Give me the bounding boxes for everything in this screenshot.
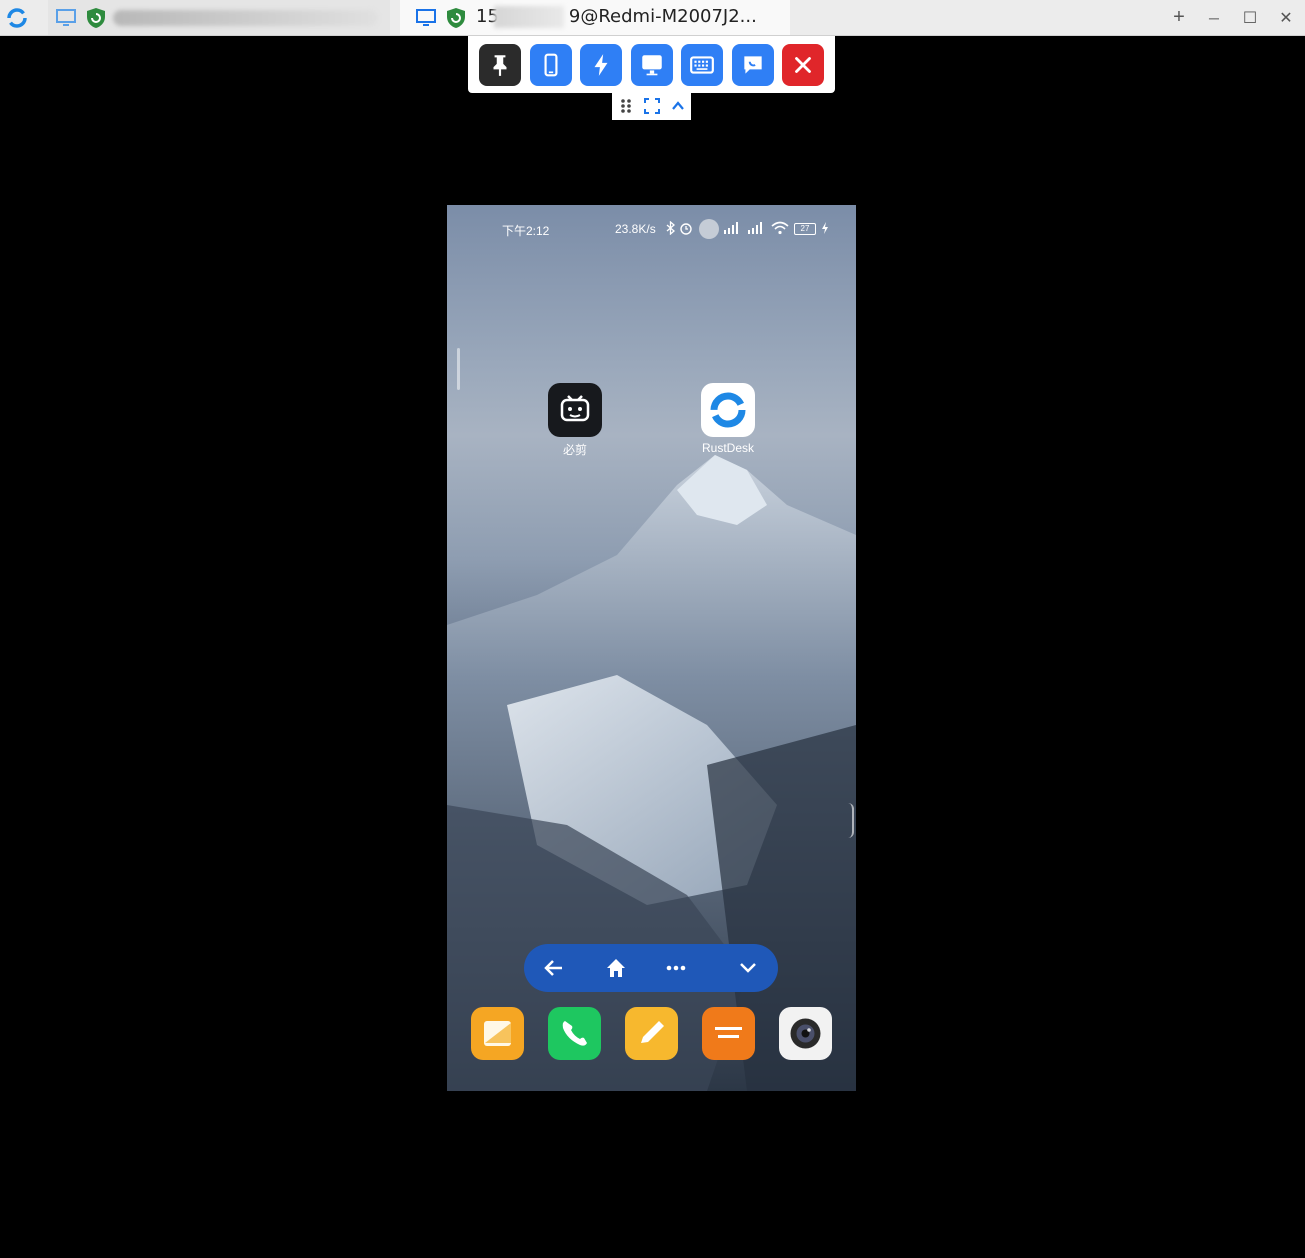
rustdesk-app-label: RustDesk (701, 441, 754, 455)
keyboard-icon (690, 56, 714, 74)
actions-button[interactable] (580, 44, 622, 86)
remote-toolbar (468, 36, 835, 93)
fullscreen-icon[interactable] (643, 97, 661, 115)
gallery-icon (484, 1021, 511, 1046)
more-dots-icon[interactable] (664, 956, 688, 980)
chevron-down-icon[interactable] (736, 956, 760, 980)
camera-app-icon[interactable] (779, 1007, 832, 1060)
side-gesture-bar-right[interactable] (848, 803, 854, 838)
display-settings-button[interactable] (631, 44, 673, 86)
chat-icon (744, 56, 762, 74)
home-icon[interactable] (604, 956, 628, 980)
tab-inactive-session[interactable] (48, 0, 390, 35)
rustdesk-logo-icon[interactable] (4, 5, 30, 31)
file-manager-app-icon[interactable] (702, 1007, 755, 1060)
redacted-id (494, 6, 564, 28)
pin-toolbar-button[interactable] (479, 44, 521, 86)
phone-app-icon[interactable] (548, 1007, 601, 1060)
bolt-icon (594, 54, 608, 76)
collapse-toolbar-icon[interactable] (669, 97, 687, 115)
bijian-app-label: 必剪 (562, 443, 587, 457)
toolbar-handle (612, 93, 691, 120)
tab-active-session[interactable]: 15 9@Redmi-M2007J2... (400, 0, 790, 35)
camera-icon (790, 1018, 821, 1049)
mobile-actions-button[interactable] (530, 44, 572, 86)
back-arrow-icon[interactable] (542, 956, 566, 980)
keyboard-button[interactable] (681, 44, 723, 86)
maximize-button[interactable]: ☐ (1232, 0, 1268, 35)
notes-icon (641, 1021, 664, 1043)
close-window-button[interactable]: ✕ (1268, 0, 1304, 35)
window-titlebar: 15 9@Redmi-M2007J2... + ─ ☐ ✕ (0, 0, 1305, 36)
rustdesk-icon (710, 392, 746, 428)
battery-indicator: 27 (794, 223, 816, 235)
status-network-speed: 23.8K/s (615, 222, 656, 236)
gallery-app-icon[interactable] (471, 1007, 524, 1060)
signal-icon (748, 222, 762, 234)
monitor-icon (642, 55, 662, 76)
bluetooth-icon (666, 221, 675, 235)
wifi-icon (771, 221, 789, 235)
notes-app-icon[interactable] (625, 1007, 678, 1060)
redacted-tab-title (113, 10, 378, 26)
phone-icon (562, 1021, 587, 1046)
close-icon (795, 57, 811, 73)
monitor-icon (416, 9, 436, 26)
bijian-app-icon[interactable] (548, 383, 602, 437)
bijian-icon (560, 395, 590, 422)
file-manager-icon (715, 1027, 742, 1038)
rustdesk-app-icon[interactable] (701, 383, 755, 437)
rustdesk-nav-bar (524, 944, 778, 992)
remote-phone-screen[interactable]: 下午2:12 23.8K/s 27 必剪 RustDesk (447, 205, 856, 1091)
redacted-status-icon (699, 219, 719, 239)
status-time: 下午2:12 (502, 224, 550, 238)
mobile-icon (544, 53, 558, 77)
chat-button[interactable] (732, 44, 774, 86)
pin-icon (493, 55, 507, 76)
signal-icon (724, 222, 738, 234)
phone-status-bar: 下午2:12 23.8K/s 27 (447, 217, 856, 241)
shield-icon (447, 8, 465, 28)
minimize-button[interactable]: ─ (1196, 0, 1232, 35)
alarm-icon (680, 223, 692, 235)
shield-icon (87, 8, 105, 28)
close-session-button[interactable] (782, 44, 824, 86)
new-tab-button[interactable]: + (1161, 0, 1197, 35)
monitor-icon (56, 9, 76, 26)
charging-icon (822, 222, 828, 234)
side-gesture-bar-left[interactable] (457, 348, 460, 390)
drag-handle-icon[interactable] (617, 97, 635, 115)
